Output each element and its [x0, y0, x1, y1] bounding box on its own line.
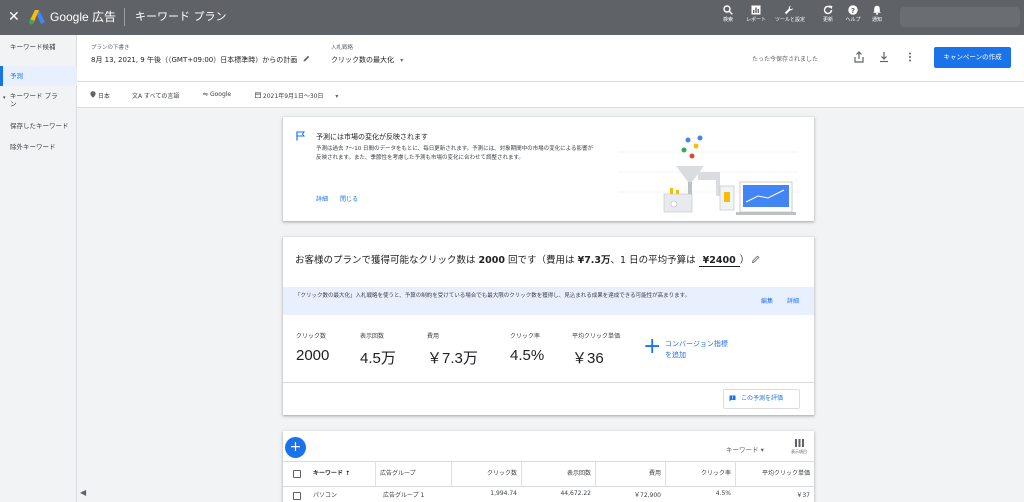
sidebar-item-forecast[interactable]: 予測: [0, 66, 77, 86]
page-title: キーワード プラン: [135, 10, 227, 23]
brand-name: Google 広告: [50, 10, 117, 24]
wrench-icon: [784, 5, 794, 15]
cell-impressions: 44,672.22: [560, 490, 591, 497]
plan-draft-label: プランの下書き: [91, 45, 130, 51]
reports-icon: [751, 5, 761, 15]
edit-budget-icon[interactable]: [752, 255, 760, 264]
details-link[interactable]: 詳細: [316, 194, 328, 203]
language-filter[interactable]: 文A すべての言語: [132, 91, 179, 100]
network-icon: ⇋: [203, 91, 209, 98]
google-ads-logo-icon: [29, 10, 45, 25]
column-ad-group[interactable]: 広告グループ: [375, 462, 451, 486]
metric-clicks: クリック数 2000: [296, 333, 330, 364]
column-avg-cpc[interactable]: 平均クリック単価: [735, 462, 814, 486]
location-filter[interactable]: 日本: [90, 91, 110, 100]
sidebar-item-keyword-ideas[interactable]: キーワード候補: [0, 43, 77, 51]
filter-bar: 日本 文A すべての言語 ⇋ Google 2021年9月1日〜30日 ▾: [77, 82, 1024, 108]
table-row[interactable]: パソコン 広告グループ 1 1,994.74 44,672.22 ￥72,900…: [283, 487, 814, 502]
refresh-button[interactable]: 更新: [814, 5, 842, 23]
network-filter[interactable]: ⇋ Google: [203, 91, 231, 98]
date-range-filter[interactable]: 2021年9月1日〜30日 ▾: [254, 91, 339, 100]
tools-button[interactable]: ツールと設定: [775, 5, 805, 23]
dropdown-arrow-icon: ▾: [400, 57, 404, 64]
cell-cost: ￥72,900: [634, 492, 661, 499]
bid-strategy-label: 入札戦略: [331, 45, 354, 51]
headline-clicks: 2000: [478, 255, 505, 266]
row-checkbox[interactable]: [293, 492, 301, 500]
card-divider: [283, 382, 814, 383]
sidebar-item-keyword-plan[interactable]: ▾ キーワード プラン: [0, 92, 60, 108]
column-ctr[interactable]: クリック率: [665, 462, 735, 486]
metric-impressions: 表示回数 4.5万: [360, 333, 396, 367]
title-divider: [124, 8, 125, 26]
forecast-illustration-icon: [618, 132, 798, 220]
bell-icon: [873, 5, 881, 15]
daily-budget-value[interactable]: ¥2400: [698, 255, 740, 267]
account-info-redacted[interactable]: [900, 7, 1020, 27]
sidebar-item-negative-keywords[interactable]: 除外キーワード: [0, 143, 77, 151]
forecast-headline: お客様のプランで獲得可能なクリック数は 2000 回です（費用は ¥7.3万、1…: [295, 252, 760, 267]
search-button[interactable]: 検索: [714, 5, 742, 23]
translate-icon: 文A: [132, 93, 143, 100]
add-conversion-metrics-link[interactable]: コンバージョン指標 を追加: [665, 339, 728, 361]
location-pin-icon: [90, 91, 96, 98]
left-sidebar: キーワード候補 予測 ▾ キーワード プラン 保存したキーワード 除外キーワード: [0, 35, 77, 502]
banner-details-link[interactable]: 詳細: [787, 296, 799, 305]
cell-keyword[interactable]: パソコン: [313, 490, 337, 499]
bid-strategy-banner: 「クリック数の最大化」入札戦略を使うと、予算の制約を受けている場合でも最大限のク…: [283, 287, 814, 315]
calendar-icon: [254, 92, 262, 99]
save-status: たった今保存されました: [752, 56, 819, 63]
forecast-summary-card: お客様のプランで獲得可能なクリック数は 2000 回です（費用は ¥7.3万、1…: [283, 237, 814, 415]
columns-button[interactable]: 表示項目: [789, 439, 809, 455]
cell-ad-group[interactable]: 広告グループ 1: [383, 490, 424, 499]
share-icon[interactable]: [853, 51, 865, 63]
banner-text: 「クリック数の最大化」入札戦略を使うと、予算の制約を受けている場合でも最大限のク…: [295, 293, 691, 299]
metric-ctr: クリック率 4.5%: [510, 333, 545, 364]
plan-header: プランの下書き 8月 13, 2021, 9 午後（（GMT+09:00）日本標…: [77, 35, 1024, 82]
expand-arrow-icon: ▾: [3, 95, 6, 101]
metric-avg-cpc: 平均クリック単価 ￥36: [572, 333, 621, 367]
rate-forecast-button[interactable]: この予測を評価: [723, 389, 800, 409]
keyword-view-select[interactable]: キーワード ▾: [726, 444, 764, 454]
reports-button[interactable]: レポート: [742, 5, 770, 23]
feedback-icon: [729, 395, 736, 402]
refresh-icon: [823, 5, 833, 15]
select-all-checkbox[interactable]: [293, 470, 301, 478]
metric-cost: 費用 ￥7.3万: [427, 333, 478, 367]
cell-avg-cpc: ￥37: [796, 492, 810, 499]
columns-icon: [794, 439, 804, 447]
bid-strategy-select[interactable]: クリック数の最大化 ▾: [331, 55, 403, 65]
cell-clicks: 1,994.74: [490, 490, 517, 497]
flag-icon: [296, 131, 305, 141]
add-keyword-button[interactable]: +: [285, 437, 306, 458]
help-icon: ?: [848, 5, 858, 15]
cell-ctr: 4.5%: [715, 490, 731, 497]
column-cost[interactable]: 費用: [595, 462, 665, 486]
info-card-title: 予測には市場の変化が反映されます: [316, 133, 428, 141]
column-impressions[interactable]: 表示回数: [521, 462, 595, 486]
dismiss-link[interactable]: 閉じる: [340, 194, 358, 203]
market-change-info-card: 予測には市場の変化が反映されます 予測は過去 7〜10 日間のデータをもとに、毎…: [283, 117, 814, 221]
more-vert-icon[interactable]: [904, 51, 916, 63]
column-keyword[interactable]: キーワード ↑: [309, 462, 375, 486]
edit-pencil-icon[interactable]: [303, 55, 310, 62]
collapse-sidebar-icon[interactable]: ◀: [80, 488, 86, 497]
create-campaign-button[interactable]: キャンペーンの作成: [934, 47, 1011, 68]
info-card-body: 予測は過去 7〜10 日間のデータをもとに、毎日更新されます。予測には、対象期間…: [316, 146, 594, 161]
keyword-table-card: + キーワード ▾ 表示項目 キーワード ↑ 広告グループ クリック数 表示回数…: [283, 431, 814, 502]
dropdown-arrow-icon: ▾: [335, 93, 339, 100]
notifications-button[interactable]: 通知: [863, 5, 891, 23]
download-icon[interactable]: [878, 51, 890, 63]
headline-cost: ¥7.3万: [577, 255, 611, 266]
close-button[interactable]: ✕: [8, 9, 20, 25]
sidebar-item-saved-keywords[interactable]: 保存したキーワード: [0, 122, 77, 130]
table-header: キーワード ↑ 広告グループ クリック数 表示回数 費用 クリック率 平均クリッ…: [283, 461, 814, 487]
search-icon: [723, 5, 733, 15]
svg-text:?: ?: [851, 7, 855, 15]
banner-edit-link[interactable]: 編集: [761, 296, 773, 305]
top-app-bar: ✕ Google 広告 キーワード プラン 検索 レポート ツールと設定 更新 …: [0, 0, 1024, 35]
add-conversion-plus-icon[interactable]: +: [643, 336, 661, 358]
column-clicks[interactable]: クリック数: [451, 462, 521, 486]
plan-title[interactable]: 8月 13, 2021, 9 午後（（GMT+09:00）日本標準時）からの計画: [91, 55, 310, 65]
